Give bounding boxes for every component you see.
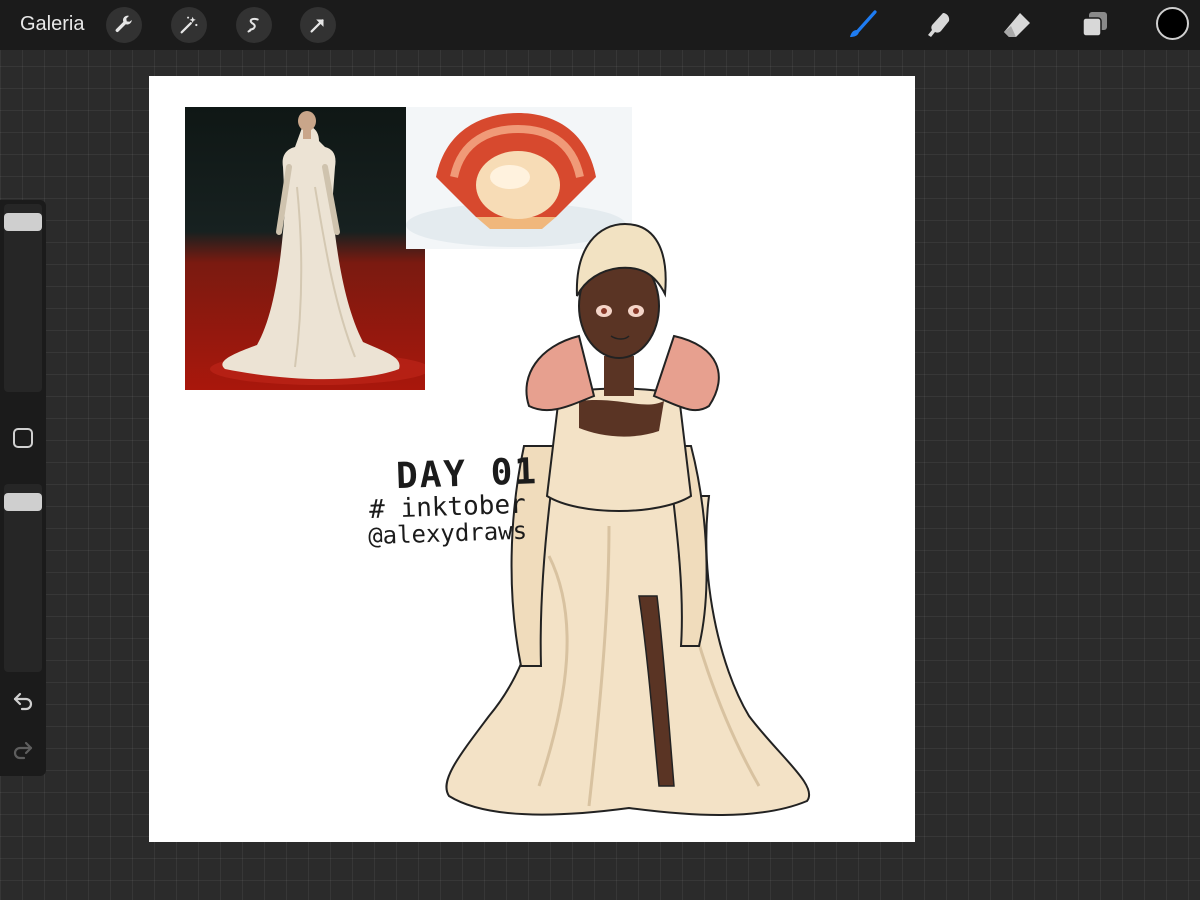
smudge-icon [928,13,950,37]
undo-icon[interactable] [11,688,35,712]
drawing-canvas[interactable]: DAY 01 # inktober @alexydraws [149,76,915,842]
selection-icon [247,17,259,33]
adjustments-button[interactable] [171,7,207,43]
actions-button[interactable] [106,7,142,43]
dress-reference-photo [185,107,425,390]
smudge-tool-button[interactable] [922,8,956,42]
color-picker-button[interactable] [1156,7,1189,40]
artist-handle: @alexydraws [367,516,528,551]
inktober-caption: DAY 01 # inktober @alexydraws [365,451,548,551]
side-toolbar [0,200,46,776]
brush-size-slider-thumb[interactable] [4,213,42,231]
layers-icon [1082,12,1107,37]
transform-arrow-icon [310,19,324,33]
selection-button[interactable] [236,7,272,43]
redo-icon[interactable] [11,737,35,761]
brush-tool-button[interactable] [845,8,879,42]
magic-wand-icon [180,16,198,34]
eraser-tool-button[interactable] [1000,8,1034,42]
wrench-icon [115,15,132,33]
top-toolbar: Galeria [0,0,1200,50]
eraser-icon [1004,13,1030,37]
modify-button[interactable] [13,428,33,448]
layers-button[interactable] [1078,8,1112,42]
transform-button[interactable] [300,7,336,43]
opacity-slider[interactable] [4,484,42,672]
gallery-button[interactable]: Galeria [20,13,84,36]
opacity-slider-thumb[interactable] [4,493,42,511]
brush-icon [850,10,877,37]
brush-size-slider[interactable] [4,204,42,392]
